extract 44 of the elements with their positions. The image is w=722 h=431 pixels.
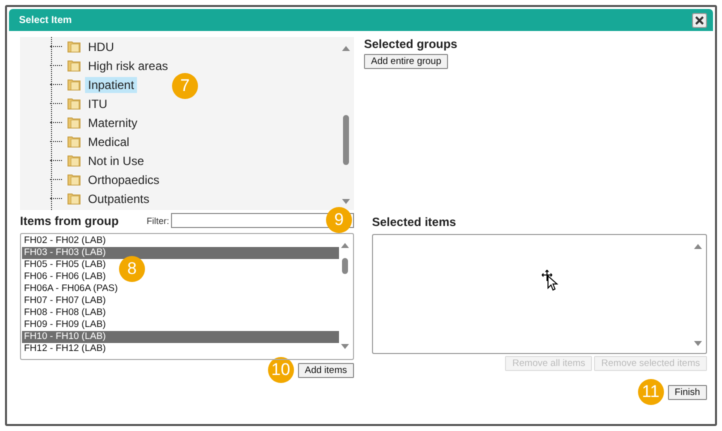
window-title: Select Item (19, 14, 72, 26)
callout-badge: 11 (638, 379, 664, 405)
section-title: Selected items (372, 215, 458, 229)
close-button[interactable] (692, 12, 707, 28)
tree-item[interactable]: Medical (85, 134, 132, 150)
list-item[interactable]: FH06 - FH06 (LAB) (22, 271, 106, 283)
list-item[interactable]: FH09 - FH09 (LAB) (22, 319, 106, 331)
list-item[interactable]: FH07 - FH07 (LAB) (22, 295, 106, 307)
tree-item[interactable]: Inpatient (85, 76, 138, 92)
tree-item[interactable]: Orthopaedics (85, 172, 162, 188)
add-items-button[interactable]: Add items (298, 362, 354, 378)
callout-badge: 7 (172, 73, 198, 99)
tree-item[interactable]: Not in Use (85, 152, 148, 168)
folder-icon (67, 116, 81, 129)
list-item[interactable]: FH05 - FH05 (LAB) (22, 259, 106, 271)
tree-item[interactable]: HDU (85, 38, 117, 54)
tree-item[interactable]: Outpatients (85, 190, 152, 206)
callout-badge: 10 (268, 357, 294, 383)
list-item[interactable]: FH08 - FH08 (LAB) (22, 307, 106, 319)
tree-item[interactable]: Maternity (85, 114, 140, 130)
list-item[interactable]: FH06A - FH06A (PAS) (22, 283, 118, 295)
close-icon (695, 16, 704, 24)
folder-icon (67, 154, 81, 167)
finish-button[interactable]: Finish (668, 384, 707, 400)
list-item[interactable]: FH02 - FH02 (LAB) (22, 235, 106, 247)
move-cursor-icon (540, 269, 560, 291)
section-title: Selected groups (364, 37, 458, 51)
filter-label: Filter: (146, 216, 170, 226)
list-item[interactable]: FH03 - FH03 (LAB) (22, 247, 339, 259)
list-item[interactable]: FH12 - FH12 (LAB) (22, 343, 106, 355)
folder-icon (67, 135, 81, 148)
folder-icon (67, 78, 81, 91)
section-title: Items from group (20, 214, 119, 228)
folder-icon (67, 192, 81, 205)
folder-icon (67, 59, 81, 72)
tree-item[interactable]: ITU (85, 96, 110, 112)
tree-item[interactable]: High risk areas (85, 58, 172, 74)
folder-icon (67, 173, 81, 186)
callout-badge: 9 (326, 207, 352, 233)
add-entire-group-button[interactable]: Add entire group (364, 54, 448, 69)
folder-icon (67, 40, 81, 53)
callout-badge: 8 (119, 256, 145, 282)
folder-icon (67, 97, 81, 110)
list-item[interactable]: FH10 - FH10 (LAB) (22, 331, 339, 343)
